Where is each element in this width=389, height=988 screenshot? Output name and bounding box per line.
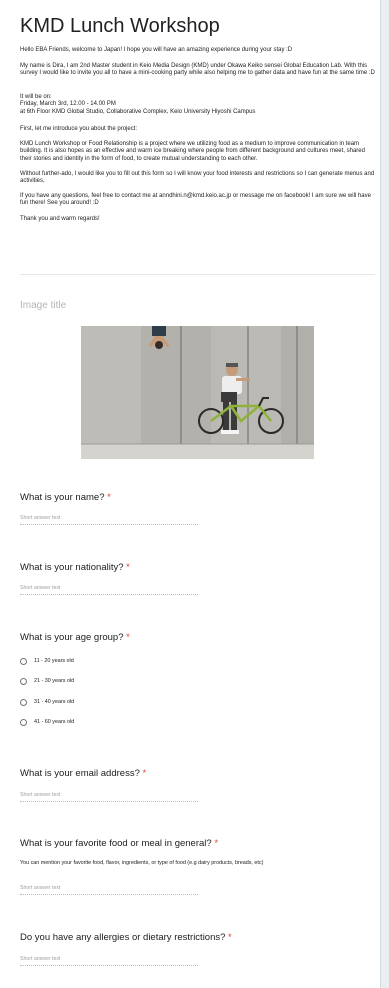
form-description-intro: My name is Dira, I am 2nd Master student… xyxy=(20,63,375,77)
required-asterisk: * xyxy=(126,632,130,643)
radio-button[interactable] xyxy=(20,718,27,726)
form-image xyxy=(81,326,314,459)
image-title: Image title xyxy=(20,300,67,311)
age-option-31-40[interactable]: 31 - 40 years old xyxy=(20,697,74,707)
question-food-title: What is your favorite food or meal in ge… xyxy=(20,838,218,850)
radio-button[interactable] xyxy=(20,698,27,706)
question-email-text: What is your email address? xyxy=(20,768,140,779)
question-allergy-text: Do you have any allergies or dietary res… xyxy=(20,932,226,943)
question-nationality-text: What is your nationality? xyxy=(20,562,124,573)
required-asterisk: * xyxy=(214,838,219,849)
nationality-input[interactable]: Short answer text xyxy=(20,584,198,595)
form-description-thanks: Thank you and warm regards! xyxy=(20,216,100,222)
age-option-label: 41 - 60 years old xyxy=(34,719,75,725)
name-input[interactable]: Short answer text xyxy=(20,514,198,525)
form-description-greeting: Hello EBA Friends, welcome to Japan! I h… xyxy=(20,47,293,53)
section-divider xyxy=(20,274,375,275)
form-description-contact: If you have any questions, feel free to … xyxy=(20,193,371,207)
radio-button[interactable] xyxy=(20,657,27,665)
form-description-project-lead: First, let me introduce you about the pr… xyxy=(20,126,138,132)
question-allergy-title: Do you have any allergies or dietary res… xyxy=(20,932,232,944)
question-age-text: What is your age group? xyxy=(20,632,124,643)
question-email-title: What is your email address? * xyxy=(20,768,146,780)
question-nationality-title: What is your nationality? * xyxy=(20,562,130,574)
age-option-21-30[interactable]: 21 - 30 years old xyxy=(20,676,74,686)
age-option-label: 31 - 40 years old xyxy=(34,699,75,705)
question-food-text: What is your favorite food or meal in ge… xyxy=(20,838,212,849)
required-asterisk: * xyxy=(142,768,147,779)
form-title: KMD Lunch Workshop xyxy=(20,15,220,37)
age-option-11-20[interactable]: 11 - 20 years old xyxy=(20,656,74,666)
age-option-label: 11 - 20 years old xyxy=(34,658,74,664)
email-input[interactable]: Short answer text xyxy=(20,791,198,802)
question-name-title: What is your name? * xyxy=(20,492,111,504)
favorite-food-input[interactable]: Short answer text xyxy=(20,884,198,895)
form-description-project: KMD Lunch Workshop or Food Relationship … xyxy=(20,141,365,162)
form-description-event-details: It will be on: Friday, March 3rd, 12.00 … xyxy=(20,94,256,115)
question-age-title: What is your age group? * xyxy=(20,632,130,644)
form-description-request: Without further-ado, I would like you to… xyxy=(20,171,375,185)
question-name-text: What is your name? xyxy=(20,492,105,503)
radio-button[interactable] xyxy=(20,677,27,685)
age-option-41-60[interactable]: 41 - 60 years old xyxy=(20,717,74,727)
allergy-input[interactable]: Short answer text xyxy=(20,955,198,966)
page-scrollbar[interactable] xyxy=(380,0,389,988)
question-food-help: You can mention your favorite food, flav… xyxy=(20,860,264,866)
required-asterisk: * xyxy=(126,562,130,573)
required-asterisk: * xyxy=(107,492,111,503)
required-asterisk: * xyxy=(228,932,232,943)
age-option-label: 21 - 30 years old xyxy=(34,678,75,684)
